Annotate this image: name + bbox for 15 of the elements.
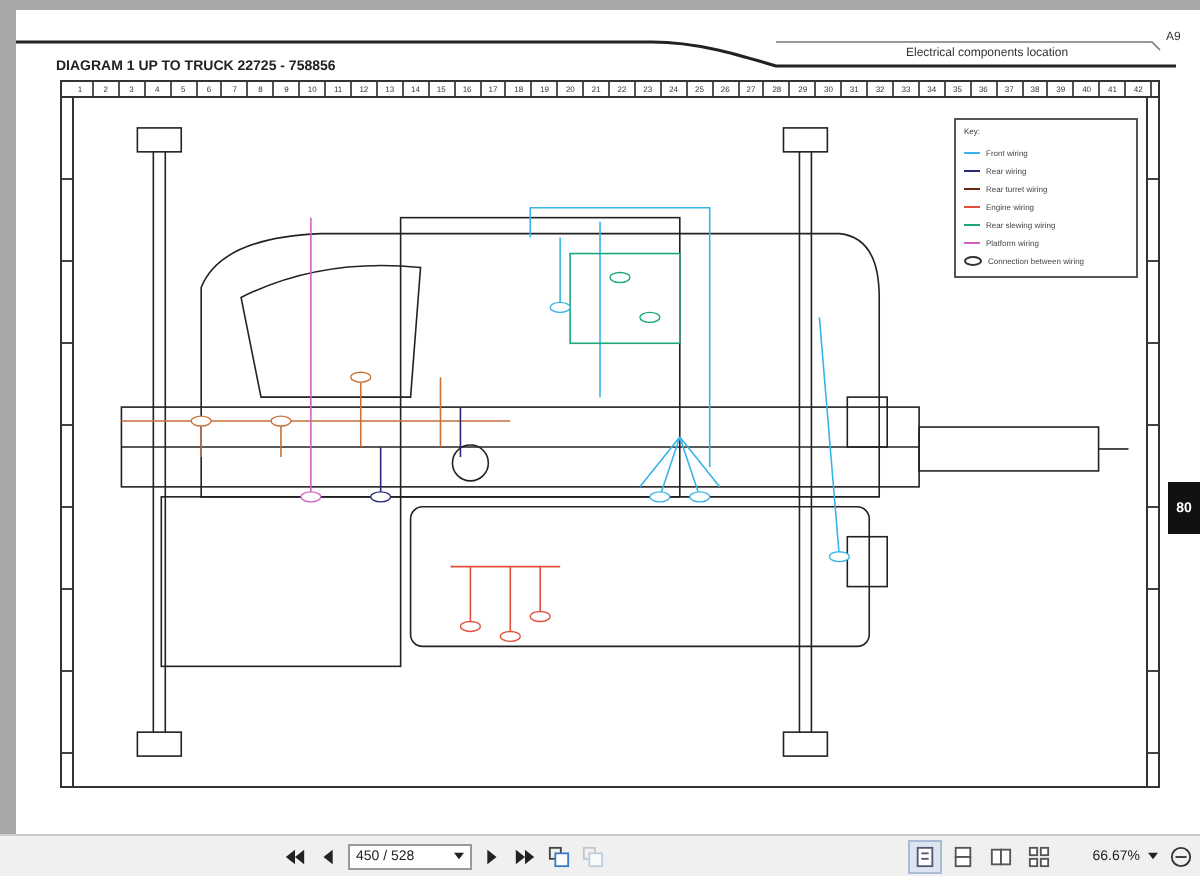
page-layout-icon [914, 845, 937, 867]
page-layout-icon [1028, 845, 1051, 867]
page-layout-icon [952, 845, 975, 867]
single-page-button[interactable] [908, 839, 943, 873]
pages-icon [582, 845, 604, 867]
zoom-out-button[interactable] [1166, 841, 1196, 871]
caret-icon [454, 852, 464, 860]
copy-page-button[interactable] [544, 841, 574, 871]
double-right-arrow-icon [514, 845, 536, 867]
caret-icon[interactable] [1148, 852, 1158, 860]
double-left-arrow-icon [284, 845, 306, 867]
minus-circle-icon [1170, 845, 1192, 867]
oval-symbol [964, 256, 982, 266]
pages-icon [548, 845, 570, 867]
page-layout-icon [990, 845, 1013, 867]
